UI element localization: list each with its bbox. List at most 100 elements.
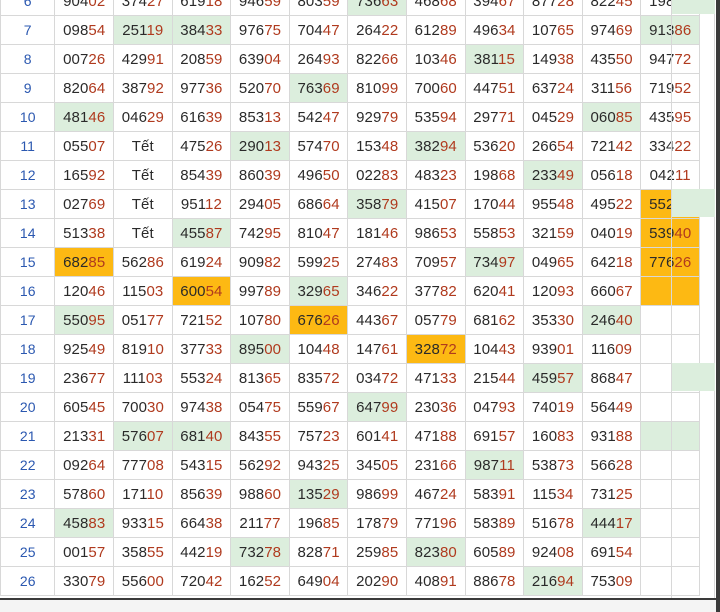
extra-column-highlight [672,363,715,391]
result-cell: 85439 [171,160,232,190]
result-tail-digits: 62 [498,311,516,329]
result-cell: 17110 [113,479,173,509]
result-cell: 10443 [464,334,525,364]
result-cell: 61639 [171,102,232,132]
result-head-digits: 943 [297,456,323,474]
result-head-digits: 620 [473,282,499,300]
result-cell: 60589 [464,537,525,567]
result-tail-digits: 88 [439,427,457,445]
result-head-digits: 686 [297,195,323,213]
result-head-digits: 215 [473,369,499,387]
result-head-digits: 346 [356,282,382,300]
result-cell: 10765 [523,15,583,45]
result-cell: 12093 [523,276,583,306]
result-tail-digits: 00 [264,340,282,358]
result-tail-digits: 22 [381,21,399,39]
result-tail-digits: 23 [322,427,340,445]
result-cell: 35879 [347,189,407,219]
result-cell: 47188 [405,421,466,451]
day-number: 11 [0,131,56,161]
result-cell: 48146 [54,102,114,132]
result-tail-digits: 72 [322,369,340,387]
day-number: 20 [0,392,56,422]
result-cell: 25985 [347,537,407,567]
result-head-digits: 974 [180,398,206,416]
result-tail-digits: 23 [439,166,457,184]
result-cell: 44219 [171,537,232,567]
window-border [716,0,720,612]
result-cell: 21331 [54,421,114,451]
result-tail-digits: 88 [615,427,633,445]
result-cell: 53620 [464,131,525,161]
result-tail-digits: 56 [615,79,633,97]
result-head-digits: 230 [414,398,440,416]
result-tail-digits: 31 [88,427,106,445]
result-tail-digits: 08 [557,543,575,561]
result-cell: 56286 [113,247,173,277]
result-cell: 94659 [230,0,290,16]
result-tail-digits: 47 [322,108,340,126]
result-tail-digits: 80 [264,311,282,329]
day-number: 26 [0,566,56,596]
result-cell: 34505 [347,450,407,480]
result-head-digits: 046 [121,108,148,126]
result-tail-digits: 19 [615,224,633,242]
result-cell: 05177 [113,305,173,335]
result-tail-digits: 83 [557,427,575,445]
result-cell: 74019 [523,392,583,422]
table-row: 24 45883 93315 66438 21177 19685 17879 77196 583… [0,508,700,538]
table-row: 14 51338 Tết 45587 74295 81047 18146 98653 55853… [0,218,700,248]
result-cell: 45587 [171,218,232,248]
result-head-digits: 047 [473,398,499,416]
result-cell: 94325 [288,450,349,480]
result-cell: 55967 [288,392,349,422]
result-cell: 38115 [464,44,525,74]
result-tail-digits: 09 [615,340,633,358]
table-row: 13 02769 Tết 95112 29405 68664 35879 41507 17044… [0,189,700,219]
result-head-digits: 458 [63,514,89,532]
result-head-digits: 475 [180,137,206,155]
result-head-digits: 583 [473,514,499,532]
result-tail-digits: 65 [557,21,575,39]
result-tail-digits: 85 [615,108,633,126]
result-cell: 10448 [288,334,349,364]
result-cell: 55095 [54,305,114,335]
result-head-digits: 442 [180,543,206,561]
result-head-digits: 731 [590,485,616,503]
result-cell: 72042 [171,566,232,596]
result-cell: 97469 [581,15,642,45]
result-cell: 63904 [230,44,290,74]
result-cell: 13529 [288,479,349,509]
result-cell: 75309 [581,566,642,596]
result-cell: 06085 [581,102,642,132]
result-cell: 04019 [581,218,642,248]
result-head-digits: 447 [473,79,499,97]
day-number: 19 [0,363,56,393]
result-tail-digits: 25 [322,253,340,271]
result-cell: 57470 [288,131,349,161]
result-cell: 23036 [405,392,466,422]
result-head-digits: 196 [297,514,323,532]
result-tail-digits: 54 [615,543,633,561]
result-tail-digits: 86 [147,253,164,271]
result-tail-digits: 82 [439,282,457,300]
result-head-digits: 264 [297,50,323,68]
result-tail-digits: 79 [439,311,457,329]
result-head-digits: 642 [590,253,616,271]
result-tail-digits: 10 [146,485,164,503]
result-head-digits: 107 [531,21,558,39]
result-tail-digits: 64 [88,456,106,474]
result-cell: 46724 [405,479,466,509]
result-tail-digits: 01 [557,340,575,358]
result-head-digits: 649 [297,572,323,590]
result-cell: 37733 [171,334,232,364]
result-head-digits: 691 [590,543,616,561]
result-head-digits: 676 [297,311,323,329]
result-cell: 73497 [464,247,525,277]
result-head-digits: 382 [414,137,440,155]
result-tail-digits: 43 [498,340,516,358]
result-head-digits: 720 [180,572,206,590]
extra-column-highlight [672,0,715,14]
result-head-digits: 435 [590,50,616,68]
result-head-digits: 120 [63,282,89,300]
